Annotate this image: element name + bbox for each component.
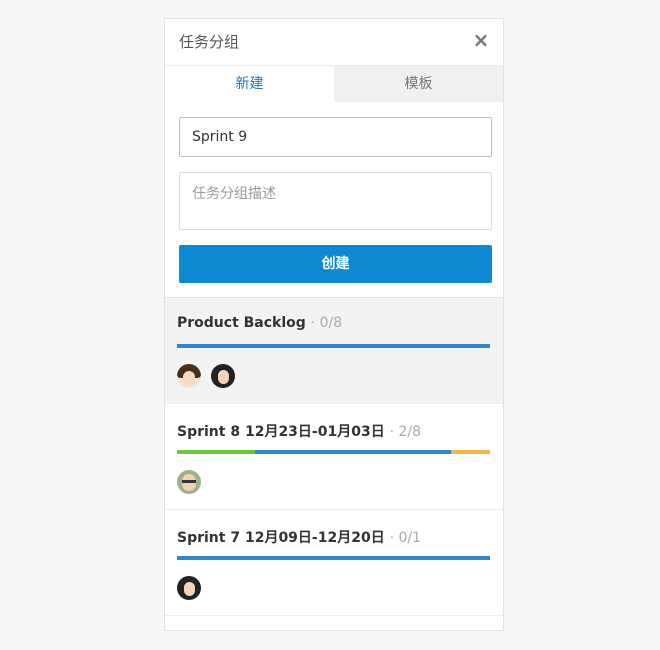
tab-template[interactable]: 模板 — [334, 66, 503, 102]
group-name: Sprint 7 12月09日-12月20日 — [177, 530, 385, 546]
tab-new[interactable]: 新建 — [165, 66, 334, 102]
tab-bar: 新建 模板 — [165, 66, 503, 102]
progress-segment — [177, 344, 490, 348]
group-count: · 0/1 — [389, 530, 422, 546]
progress-segment — [177, 556, 490, 560]
panel-title: 任务分组 — [179, 33, 240, 51]
group-name: Product Backlog — [177, 315, 306, 331]
group-count: · 0/8 — [310, 315, 343, 331]
female-avatar[interactable] — [177, 364, 201, 388]
group-title: Product Backlog · 0/8 — [177, 315, 342, 331]
female-avatar[interactable] — [177, 576, 201, 600]
member-avatars — [177, 470, 211, 494]
group-item-sprint-8[interactable]: Sprint 8 12月23日-01月03日 · 2/8 — [165, 404, 503, 510]
group-name: Sprint 8 12月23日-01月03日 — [177, 424, 385, 440]
progress-bar — [177, 344, 490, 348]
progress-segment — [255, 450, 451, 454]
progress-bar — [177, 450, 490, 454]
task-group-panel: 任务分组 × 新建 模板 Sprint 9 任务分组描述 创建 Product … — [164, 18, 504, 631]
group-description-field[interactable]: 任务分组描述 — [179, 172, 492, 230]
create-group-form: Sprint 9 任务分组描述 创建 — [165, 102, 503, 298]
group-count: · 2/8 — [389, 424, 422, 440]
group-title: Sprint 8 12月23日-01月03日 · 2/8 — [177, 421, 421, 441]
group-name-input[interactable]: Sprint 9 — [179, 117, 492, 157]
create-button[interactable]: 创建 — [179, 245, 492, 283]
close-icon[interactable]: × — [471, 28, 491, 52]
member-avatars — [177, 364, 245, 388]
group-item-sprint-7[interactable]: Sprint 7 12月09日-12月20日 · 0/1 — [165, 510, 503, 616]
group-title: Sprint 7 12月09日-12月20日 · 0/1 — [177, 527, 421, 547]
progress-bar — [177, 556, 490, 560]
male-avatar[interactable] — [177, 470, 201, 494]
panel-header: 任务分组 × — [165, 19, 503, 66]
female-avatar[interactable] — [211, 364, 235, 388]
member-avatars — [177, 576, 211, 600]
progress-segment — [450, 450, 490, 454]
group-item-product-backlog[interactable]: Product Backlog · 0/8 — [165, 298, 503, 404]
progress-segment — [177, 450, 256, 454]
